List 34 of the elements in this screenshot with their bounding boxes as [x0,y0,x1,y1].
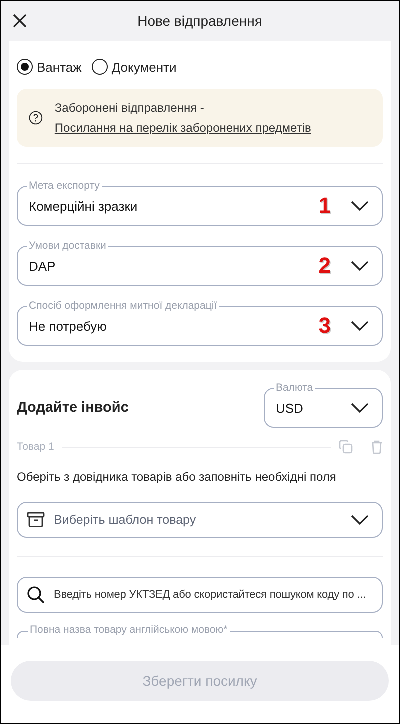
field-label: Спосіб оформлення митної декларації [27,299,220,313]
select-field[interactable]: Спосіб оформлення митної декларації Не потребую 3 [17,299,383,346]
hint-text: Оберіть з довідника товарів або заповніть необхідні поля [17,470,338,484]
window-title: Нове відправлення [138,13,262,29]
field-value: Комерційні зразки [29,198,139,214]
chevron-down-icon [351,515,369,525]
trash-icon[interactable] [371,440,383,454]
select-field[interactable]: Умови доставки DAP 2 [17,239,383,286]
section-title: Додайте інвойс [17,400,129,416]
field-value: DAP [29,258,57,274]
radio-option[interactable]: Вантаж [17,59,82,75]
close-icon[interactable] [13,14,27,28]
chevron-down-icon [351,261,369,271]
select-field[interactable]: Валюта USD [264,381,383,428]
annotation-number: 1 [318,194,331,218]
field-value: USD [276,400,304,416]
field-label: Повна назва товару англійською мовою* [28,624,230,636]
select-field[interactable]: Мета експорту Комерційні зразки 1 [17,179,383,226]
chevron-down-icon [351,403,369,413]
search-field[interactable]: Введіть номер УКТЗЕД або скористайтеся пошуком коду по ... [17,577,383,613]
annotation-number: 3 [318,314,331,338]
field-value: Не потребую [29,318,108,334]
template-select[interactable]: Виберіть шаблон товару [17,502,383,538]
radio-option[interactable]: Документи [92,59,177,75]
notice-link[interactable]: Посилання на перелік заборонених предметів [54,121,312,135]
question-icon [29,109,43,127]
copy-icon[interactable] [339,440,353,454]
notice-text: Заборонені відправлення - Посилання на перелік заборонених предметів [54,100,312,137]
chevron-down-icon [351,321,369,331]
field-label: Умови доставки [27,239,108,253]
field-label: Мета експорту [27,179,102,193]
item-label: Товар 1 [17,441,54,453]
annotation-number: 2 [318,254,331,278]
chevron-down-icon [351,201,369,211]
